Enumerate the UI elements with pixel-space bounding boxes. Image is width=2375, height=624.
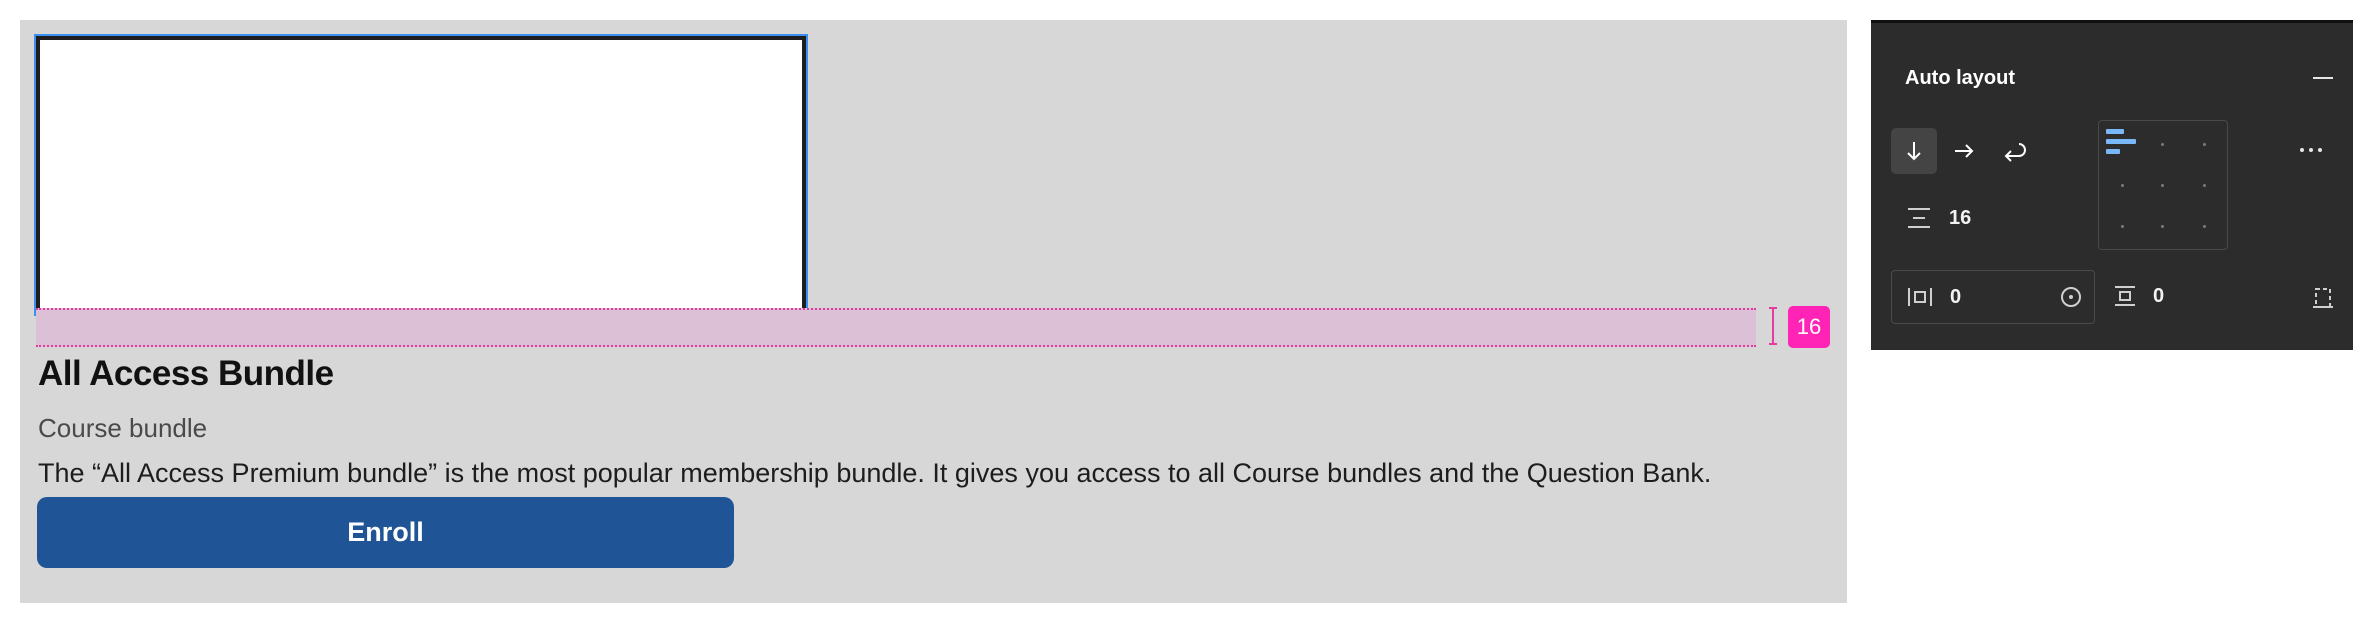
image-placeholder[interactable] xyxy=(36,36,806,314)
canvas-frame: 16 All Access Bundle Course bundle The “… xyxy=(20,20,1847,603)
more-options-button[interactable] xyxy=(2291,135,2331,165)
gap-value: 16 xyxy=(1949,206,1972,229)
vertical-gap-icon xyxy=(1908,208,1930,228)
card-subtitle: Course bundle xyxy=(38,413,208,443)
vertical-padding-value: 0 xyxy=(2153,284,2165,307)
direction-horizontal-button[interactable] xyxy=(1941,128,1987,174)
direction-vertical-button[interactable] xyxy=(1891,128,1937,174)
resize-cursor-icon xyxy=(1769,307,1777,345)
horizontal-padding-value: 0 xyxy=(1950,285,1962,308)
arrow-right-icon xyxy=(1955,144,1974,158)
enroll-button[interactable]: Enroll xyxy=(37,497,734,568)
spacing-gap-highlight xyxy=(36,308,1756,347)
clip-content-icon xyxy=(2313,288,2333,308)
horizontal-padding-field[interactable]: 0 xyxy=(1891,270,2095,324)
align-top-left-indicator-icon xyxy=(2106,129,2140,157)
arrow-down-icon xyxy=(1907,142,1921,161)
gap-value-badge: 16 xyxy=(1788,306,1830,348)
card-title: All Access Bundle xyxy=(38,354,334,393)
panel-title: Auto layout xyxy=(1905,67,2015,89)
remove-auto-layout-button[interactable] xyxy=(2308,63,2338,93)
alignment-grid[interactable] xyxy=(2098,120,2228,250)
direction-wrap-button[interactable] xyxy=(1991,128,2037,174)
dot xyxy=(2300,148,2304,152)
auto-layout-panel: Auto layout 16 0 0 xyxy=(1871,20,2353,350)
horizontal-padding-icon xyxy=(1908,288,1932,306)
clip-content-button[interactable] xyxy=(2306,281,2340,315)
card-description: The “All Access Premium bundle” is the m… xyxy=(38,458,1712,488)
individual-padding-icon[interactable] xyxy=(2060,286,2082,308)
vertical-padding-field[interactable]: 0 xyxy=(2103,270,2253,322)
minus-icon xyxy=(2313,77,2333,79)
gap-field[interactable]: 16 xyxy=(1891,198,2071,238)
vertical-padding-icon xyxy=(2115,286,2135,306)
wrap-icon xyxy=(2004,143,2026,162)
